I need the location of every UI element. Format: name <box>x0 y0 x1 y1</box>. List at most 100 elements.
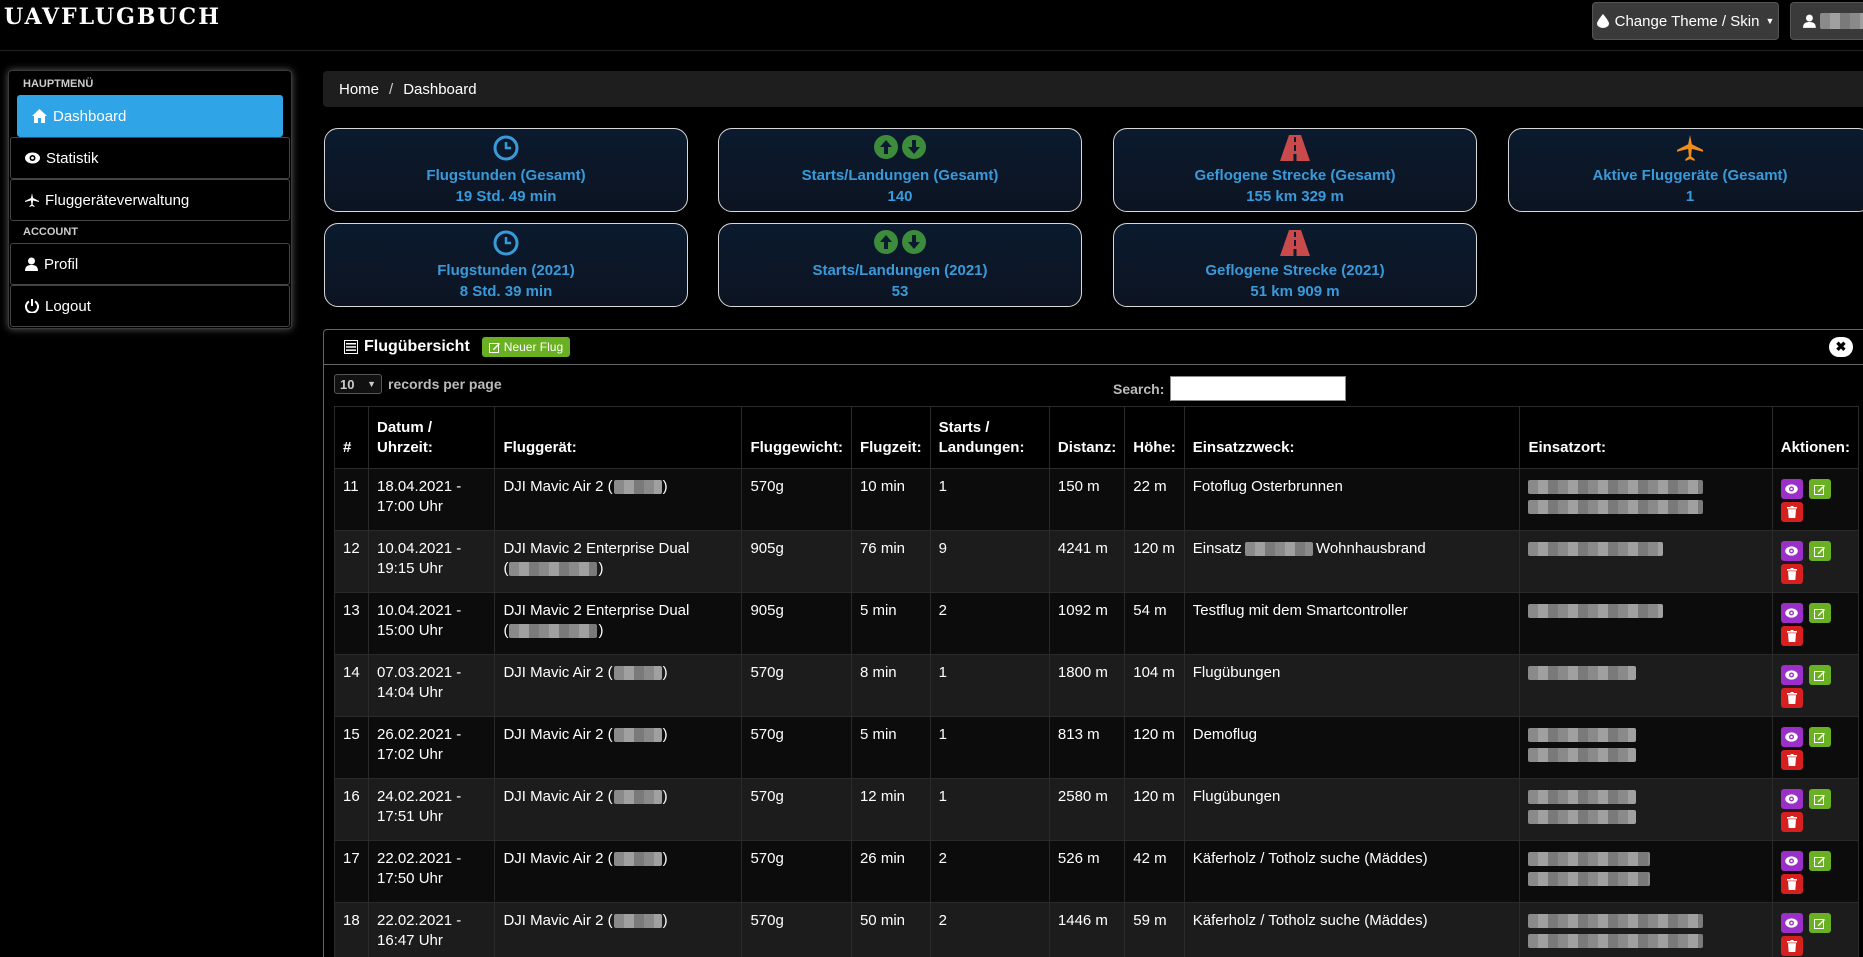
edit-flight-button[interactable] <box>1808 479 1831 499</box>
delete-flight-button[interactable] <box>1780 626 1803 646</box>
delete-flight-button[interactable] <box>1780 502 1803 522</box>
view-flight-button[interactable] <box>1780 541 1803 561</box>
column-header[interactable]: Starts / Landungen: <box>929 406 1050 469</box>
view-flight-button[interactable] <box>1780 913 1803 933</box>
cell-datetime: 10.04.2021 - 15:00 Uhr <box>367 592 496 655</box>
cell-actions <box>1771 592 1860 655</box>
sidebar-item-fluggeraeteverwaltung[interactable]: Fluggeräteverwaltung <box>10 179 290 221</box>
cell-time: 17:51 Uhr <box>376 808 443 825</box>
cell-height: 104 m <box>1124 654 1185 717</box>
cell-starts: 1 <box>929 654 1050 717</box>
trash-icon <box>1786 940 1797 952</box>
cell-duration: 76 min <box>850 530 931 593</box>
new-flight-button[interactable]: Neuer Flug <box>481 337 571 357</box>
power-icon <box>25 299 39 313</box>
cell-weight: 570g <box>741 840 852 903</box>
delete-flight-button[interactable] <box>1780 688 1803 708</box>
sidebar-item-dashboard[interactable]: Dashboard <box>17 95 283 137</box>
stat-card-value: 140 <box>887 188 913 205</box>
delete-flight-button[interactable] <box>1780 936 1803 956</box>
delete-flight-button[interactable] <box>1780 750 1803 770</box>
delete-flight-button[interactable] <box>1780 812 1803 832</box>
device-name: DJI Mavic 2 Enterprise Dual <box>503 540 690 557</box>
stat-card-label: Geflogene Strecke (Gesamt) <box>1194 167 1396 184</box>
column-header[interactable]: Einsatzzweck: <box>1183 406 1521 469</box>
sidebar-item-profil[interactable]: Profil <box>10 243 290 285</box>
device-name: DJI Mavic Air 2 ( <box>503 478 613 495</box>
column-header[interactable]: # <box>334 406 369 469</box>
trash-icon <box>1786 506 1797 518</box>
eye-icon <box>25 152 40 164</box>
cell-id: 14 <box>334 654 369 717</box>
road-icon <box>1280 230 1310 256</box>
edit-icon <box>1814 794 1826 805</box>
panel-close-button[interactable]: ✖ <box>1829 337 1853 357</box>
column-header[interactable]: Höhe: <box>1124 406 1185 469</box>
records-per-page-label: records per page <box>388 376 502 392</box>
cell-datetime: 24.02.2021 - 17:51 Uhr <box>367 778 496 841</box>
column-header[interactable]: Datum / Uhrzeit: <box>367 406 496 469</box>
search-control: Search: <box>1113 376 1347 401</box>
location-redacted <box>1528 914 1704 929</box>
purpose-text: Flugübungen <box>1192 664 1281 681</box>
column-header[interactable]: Fluggerät: <box>494 406 743 469</box>
cell-id: 17 <box>334 840 369 903</box>
cell-purpose: Käferholz / Totholz suche (Mäddes) <box>1183 902 1521 957</box>
location-redacted <box>1528 872 1651 887</box>
edit-flight-button[interactable] <box>1808 913 1831 933</box>
view-flight-button[interactable] <box>1780 603 1803 623</box>
column-header[interactable]: Distanz: <box>1048 406 1126 469</box>
view-flight-button[interactable] <box>1780 727 1803 747</box>
edit-flight-button[interactable] <box>1808 851 1831 871</box>
view-flight-button[interactable] <box>1780 479 1803 499</box>
location-redacted <box>1528 542 1664 557</box>
column-header: Aktionen: <box>1771 406 1860 469</box>
stat-card-label: Starts/Landungen (Gesamt) <box>801 167 999 184</box>
cell-height: 120 m <box>1124 716 1185 779</box>
table-row: 16 24.02.2021 - 17:51 Uhr DJI Mavic Air 2… <box>334 778 1860 841</box>
delete-flight-button[interactable] <box>1780 564 1803 584</box>
sidebar-item-logout[interactable]: Logout <box>10 285 290 327</box>
device-name: DJI Mavic Air 2 ( <box>503 850 613 867</box>
records-per-page-select[interactable]: 10 ▼ <box>334 374 382 394</box>
change-theme-button[interactable]: Change Theme / Skin ▼ <box>1592 2 1779 40</box>
column-header[interactable]: Flugzeit: <box>850 406 931 469</box>
cell-actions <box>1771 902 1860 957</box>
delete-flight-button[interactable] <box>1780 874 1803 894</box>
view-flight-button[interactable] <box>1780 851 1803 871</box>
edit-icon <box>1814 484 1826 495</box>
cell-location <box>1519 778 1773 841</box>
cell-distance: 813 m <box>1048 716 1126 779</box>
edit-flight-button[interactable] <box>1808 727 1831 747</box>
cell-height: 54 m <box>1124 592 1185 655</box>
brand-logo[interactable]: UAVFLUGBUCH <box>4 4 221 30</box>
sidebar-item-statistik[interactable]: Statistik <box>10 137 290 179</box>
view-flight-button[interactable] <box>1780 789 1803 809</box>
search-label: Search: <box>1113 380 1165 397</box>
sidebar-item-label: Dashboard <box>53 107 127 125</box>
column-header[interactable]: Fluggewicht: <box>741 406 852 469</box>
cell-weight: 905g <box>741 592 852 655</box>
device-serial-redacted <box>613 790 662 805</box>
plane-icon <box>25 193 39 207</box>
cell-id: 13 <box>334 592 369 655</box>
device-name: DJI Mavic Air 2 ( <box>503 912 613 929</box>
edit-flight-button[interactable] <box>1808 541 1831 561</box>
stat-card-value: 53 <box>891 283 909 300</box>
edit-flight-button[interactable] <box>1808 603 1831 623</box>
stat-card-value: 155 km 329 m <box>1246 188 1344 205</box>
purpose-text: Käferholz / Totholz suche (Mäddes) <box>1192 912 1428 929</box>
edit-flight-button[interactable] <box>1808 789 1831 809</box>
sidebar-item-label: Statistik <box>46 149 99 167</box>
column-header[interactable]: Einsatzort: <box>1519 406 1773 469</box>
cell-date: 07.03.2021 - <box>376 664 462 681</box>
search-input[interactable] <box>1170 376 1347 401</box>
user-menu-button[interactable] <box>1790 2 1863 40</box>
breadcrumb-home-link[interactable]: Home <box>339 81 379 98</box>
view-flight-button[interactable] <box>1780 665 1803 685</box>
cell-device: DJI Mavic Air 2 () <box>494 654 743 717</box>
cell-time: 14:04 Uhr <box>376 684 443 701</box>
cell-duration: 5 min <box>850 592 931 655</box>
edit-flight-button[interactable] <box>1808 665 1831 685</box>
cell-distance: 1800 m <box>1048 654 1126 717</box>
